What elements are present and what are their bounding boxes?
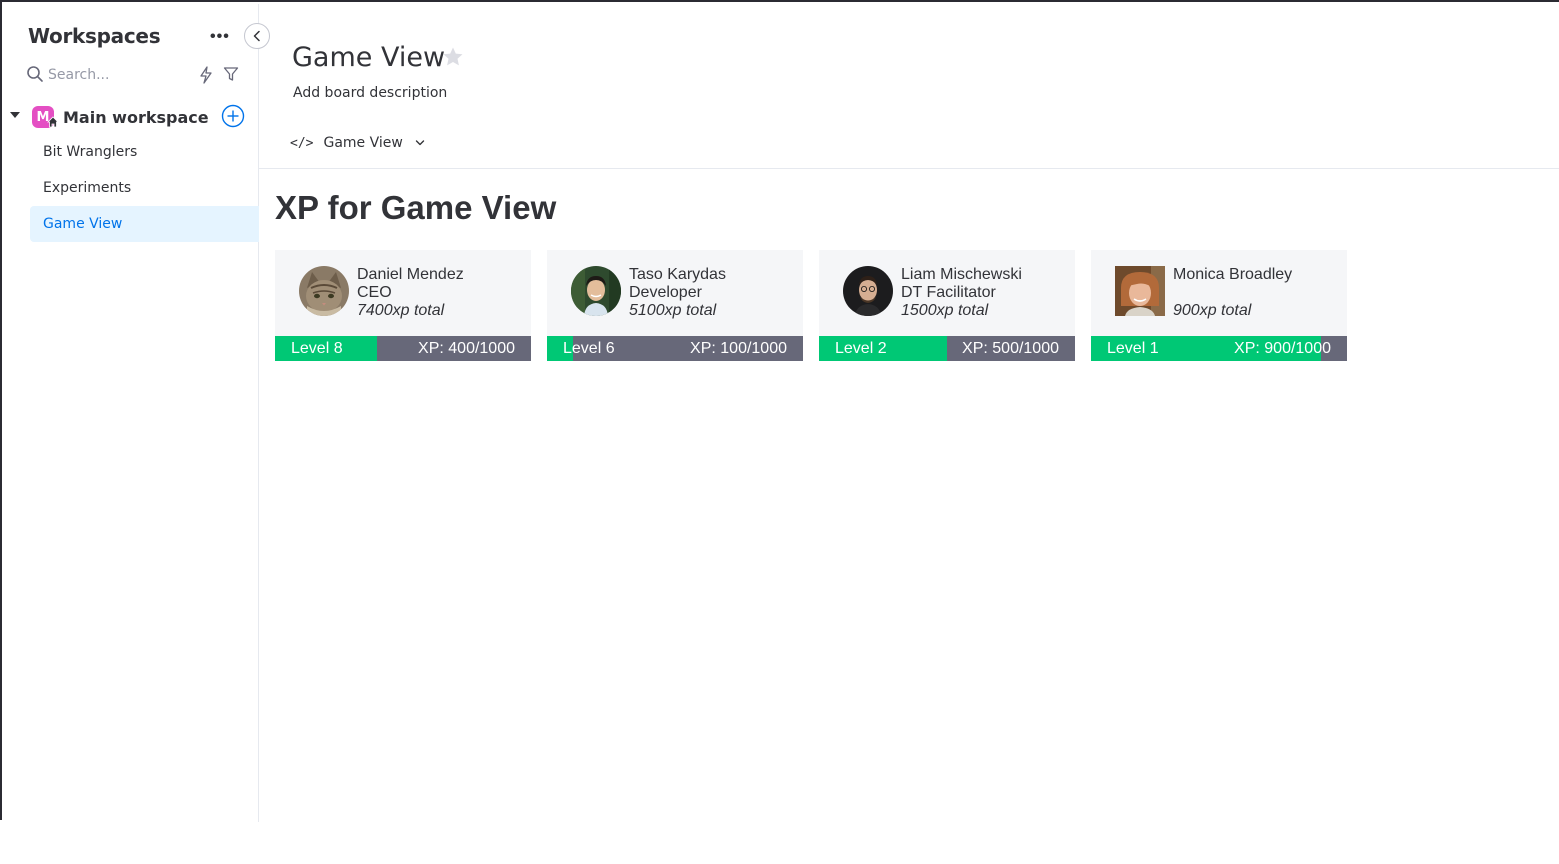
star-icon[interactable] [442,46,464,68]
workspace-name: Main workspace [63,108,209,127]
sidebar-item-experiments[interactable]: Experiments [30,170,259,206]
workspace-selector[interactable]: M Main workspace [10,104,250,130]
sidebar-title: Workspaces [28,24,161,48]
user-total-xp: 900xp total [1173,302,1252,319]
page-title[interactable]: Game View [292,42,445,73]
search-input[interactable] [48,64,188,86]
user-info: Taso Karydas Developer 5100xp total [629,266,726,320]
level-label: Level 2 [835,340,887,357]
avatar [1115,266,1165,316]
sidebar-item-game-view[interactable]: Game View [30,206,259,242]
search-row [26,64,246,86]
user-total-xp: 1500xp total [901,302,989,319]
user-total-xp: 7400xp total [357,302,445,319]
avatar [299,266,349,316]
xp-label: XP: 500/1000 [962,340,1059,357]
sidebar-item-bit-wranglers[interactable]: Bit Wranglers [30,134,259,170]
xp-progress-bar: Level 1 XP: 900/1000 [1091,336,1347,361]
user-card: Monica Broadley 900xp total Level 1 XP: … [1091,250,1347,361]
user-role: DT Facilitator [901,284,996,301]
xp-progress-bar: Level 6 XP: 100/1000 [547,336,803,361]
add-icon[interactable] [221,104,245,128]
view-tab-label: Game View [323,135,403,151]
xp-progress-bar: Level 2 XP: 500/1000 [819,336,1075,361]
board-main: Game View Add board description </> Game… [259,4,1559,822]
chevron-left-icon [253,30,260,42]
user-info: Monica Broadley 900xp total [1173,266,1292,320]
caret-down-icon[interactable] [10,112,20,118]
user-role: CEO [357,284,392,301]
workspace-sidebar: Workspaces ••• M Main workspace [4,4,259,822]
user-total-xp: 5100xp total [629,302,717,319]
xp-progress-bar: Level 8 XP: 400/1000 [275,336,531,361]
more-options-icon[interactable]: ••• [210,28,230,46]
level-label: Level 6 [563,340,615,357]
xp-label: XP: 100/1000 [690,340,787,357]
board-description[interactable]: Add board description [293,85,447,101]
xp-board-title: XP for Game View [275,189,557,226]
user-name: Taso Karydas [629,266,726,283]
bolt-icon[interactable] [198,66,214,84]
user-card: Daniel Mendez CEO 7400xp total Level 8 X… [275,250,531,361]
user-info: Liam Mischewski DT Facilitator 1500xp to… [901,266,1022,320]
search-icon [27,66,43,82]
user-card: Taso Karydas Developer 5100xp total Leve… [547,250,803,361]
user-name: Liam Mischewski [901,266,1022,283]
home-icon [47,116,59,128]
user-name: Monica Broadley [1173,266,1293,283]
filter-icon[interactable] [223,66,239,82]
xp-label: XP: 900/1000 [1234,340,1331,357]
code-icon: </> [290,135,314,151]
avatar [843,266,893,316]
avatar [571,266,621,316]
user-role [1173,284,1292,302]
chevron-down-icon[interactable] [415,139,425,147]
user-card: Liam Mischewski DT Facilitator 1500xp to… [819,250,1075,361]
level-label: Level 8 [291,340,343,357]
level-label: Level 1 [1107,340,1159,357]
tab-game-view[interactable]: </> Game View [290,131,425,155]
xp-label: XP: 400/1000 [418,340,515,357]
collapse-sidebar-button[interactable] [244,23,270,49]
user-info: Daniel Mendez CEO 7400xp total [357,266,464,320]
app-window: Workspaces ••• M Main workspace [0,0,1559,822]
header-divider [259,168,1559,169]
user-role: Developer [629,284,702,301]
user-name: Daniel Mendez [357,266,464,283]
